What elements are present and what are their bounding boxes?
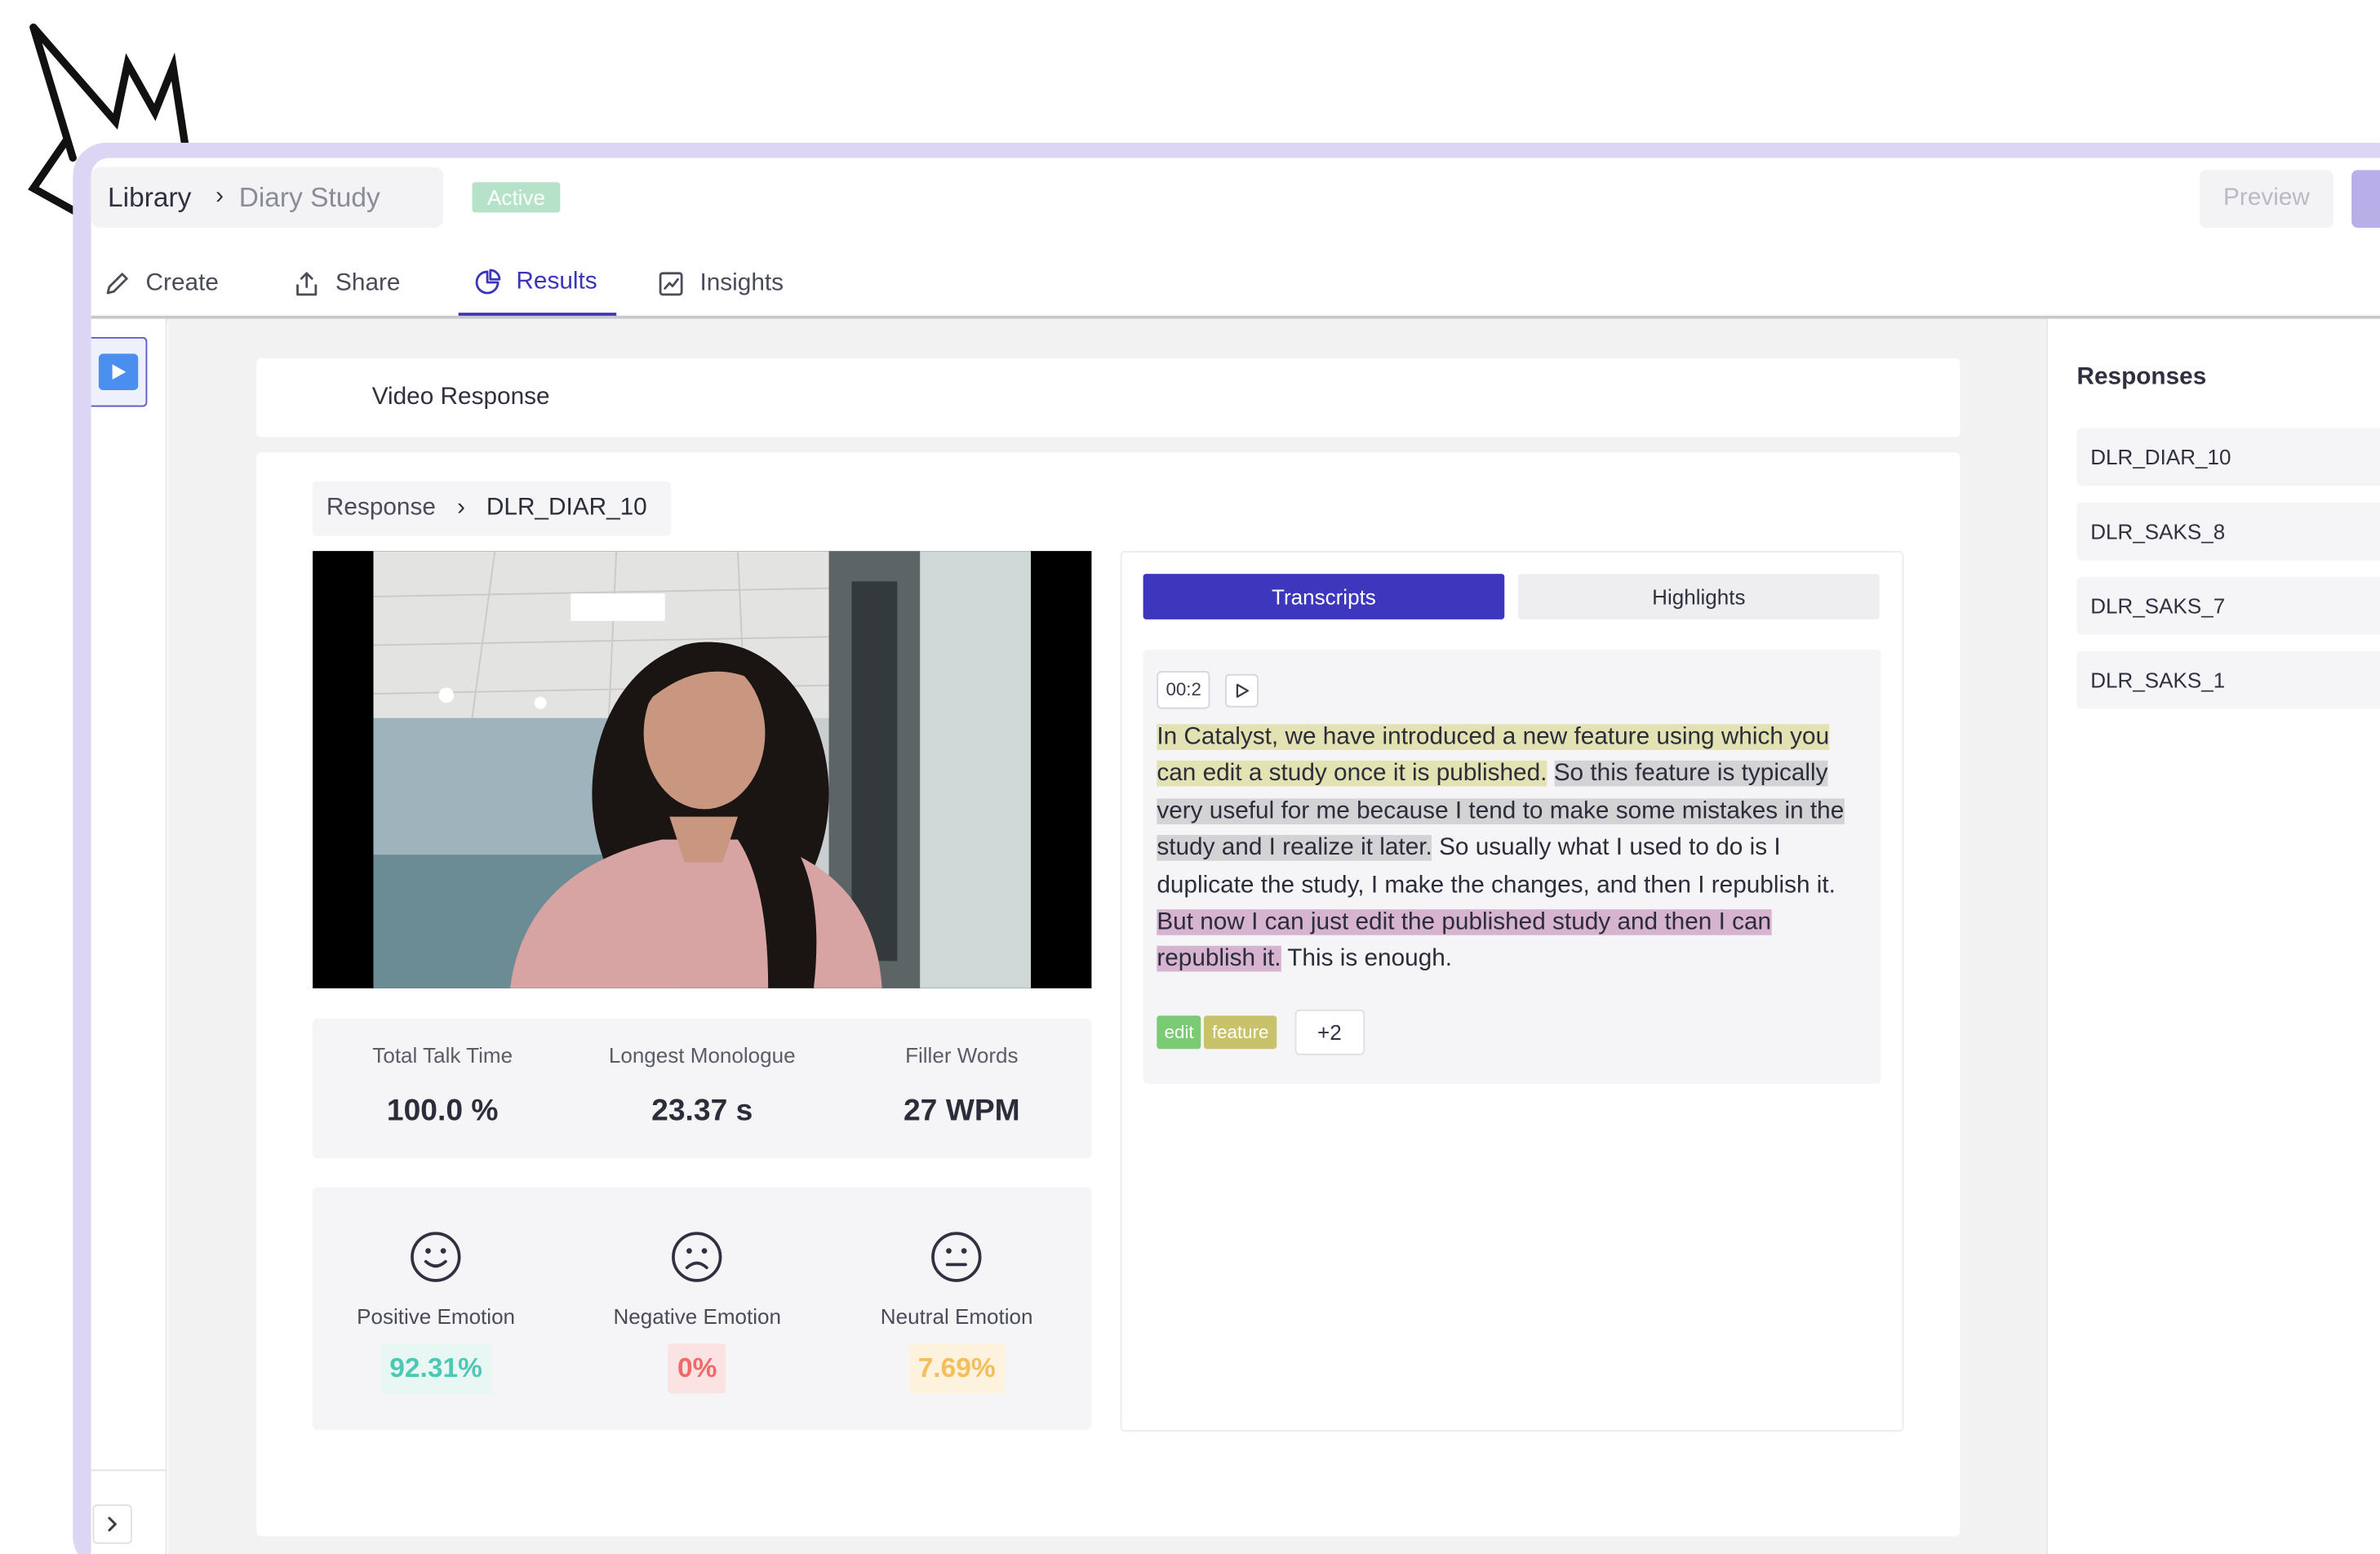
tab-transcripts[interactable]: Transcripts: [1143, 574, 1505, 619]
transcript-text[interactable]: In Catalyst, we have introduced a new fe…: [1157, 720, 1870, 979]
emotion-value: 0%: [668, 1343, 726, 1394]
emotion-label: Positive Emotion: [357, 1303, 516, 1329]
pie-chart-icon: [475, 269, 501, 295]
results-main: Video Response Response › DLR_DIAR_10 To…: [168, 318, 2047, 1554]
talk-stats: Total Talk Time 100.0 % Longest Monologu…: [313, 1019, 1092, 1159]
tab-label: Insights: [699, 270, 784, 296]
stat-label: Filler Words: [905, 1042, 1019, 1068]
status-badge: Active: [472, 182, 561, 213]
chevron-right-icon: ›: [215, 184, 224, 210]
share-icon: [296, 272, 317, 296]
response-item[interactable]: DLR_SAKS_8: [2076, 502, 2380, 561]
chevron-right-icon: [108, 1516, 117, 1532]
emotion-stats: Positive Emotion 92.31% Negative Emotion…: [313, 1187, 1092, 1431]
timestamp-badge[interactable]: 00:2: [1157, 671, 1211, 709]
smile-face-icon: [411, 1232, 461, 1282]
transcript-entry: 00:2 In Catalyst, we have introduced a n…: [1143, 650, 1881, 1085]
tab-create[interactable]: Create: [91, 252, 278, 316]
tab-label: Results: [516, 269, 597, 295]
tag-chip[interactable]: feature: [1204, 1015, 1277, 1050]
line-chart-icon: [659, 272, 683, 296]
neutral-face-icon: [931, 1232, 982, 1282]
tag-chip[interactable]: edit: [1157, 1015, 1201, 1050]
expand-rail-button[interactable]: [92, 1504, 132, 1544]
stat-value: 27 WPM: [903, 1094, 1020, 1128]
tab-label: Create: [145, 270, 219, 296]
more-tags-button[interactable]: +2: [1294, 1009, 1365, 1055]
transcript-segment: This is enough.: [1287, 946, 1453, 973]
response-crumb-parent[interactable]: Response: [326, 495, 436, 522]
tab-insights[interactable]: Insights: [657, 252, 839, 316]
stat-longest-monologue: Longest Monologue 23.37 s: [572, 1019, 832, 1158]
response-card: Response › DLR_DIAR_10 Total Talk Time 1…: [256, 452, 1960, 1537]
transcript-segment-highlighted[interactable]: But now I can just edit the published st…: [1157, 909, 1772, 973]
breadcrumb: Library › Diary Study: [91, 166, 444, 228]
left-rail: [91, 318, 167, 1554]
response-item[interactable]: DLR_SAKS_1: [2076, 650, 2380, 709]
emotion-value: 7.69%: [908, 1343, 1005, 1394]
app-stage: Library › Diary Study Active Preview Cre…: [0, 0, 2380, 1554]
emotion-label: Neutral Emotion: [880, 1303, 1033, 1329]
tab-bar: Create Share Results Insights: [91, 252, 2380, 319]
transcript-panel: Transcripts Highlights 00:2 In Catalyst,…: [1120, 551, 1904, 1432]
response-item[interactable]: DLR_DIAR_10: [2076, 428, 2380, 486]
stat-value: 23.37 s: [651, 1094, 753, 1128]
video-player[interactable]: [313, 551, 1092, 988]
pencil-icon: [106, 273, 128, 295]
tab-label: Share: [335, 270, 401, 296]
stat-label: Longest Monologue: [608, 1042, 796, 1068]
stat-label: Total Talk Time: [372, 1042, 513, 1068]
video-question-button[interactable]: [91, 336, 148, 407]
play-segment-button[interactable]: [1225, 673, 1259, 708]
response-breadcrumb: Response › DLR_DIAR_10: [313, 481, 672, 536]
rail-divider: [91, 1469, 167, 1472]
response-crumb-current: DLR_DIAR_10: [486, 495, 647, 521]
frown-face-icon: [672, 1232, 722, 1282]
preview-button[interactable]: Preview: [2200, 170, 2333, 228]
video-frame: [313, 551, 1092, 988]
tag-list: edit feature +2: [1157, 1009, 1365, 1055]
emotion-negative: Negative Emotion 0%: [613, 1230, 781, 1394]
stat-value: 100.0 %: [386, 1094, 499, 1128]
emotion-label: Negative Emotion: [613, 1303, 781, 1329]
chevron-right-icon: ›: [456, 495, 465, 521]
responses-panel: Responses DLR_DIAR_10 DLR_SAKS_8 DLR_SAK…: [2046, 318, 2380, 1554]
play-icon: [98, 353, 139, 391]
app-window: Library › Diary Study Active Preview Cre…: [91, 158, 2380, 1554]
breadcrumb-library[interactable]: Library: [108, 181, 191, 213]
tab-results[interactable]: Results: [458, 252, 617, 316]
tab-share[interactable]: Share: [293, 252, 455, 316]
stat-total-talk-time: Total Talk Time 100.0 %: [313, 1019, 572, 1158]
emotion-neutral: Neutral Emotion 7.69%: [881, 1230, 1033, 1394]
stat-filler-words: Filler Words 27 WPM: [832, 1019, 1091, 1158]
play-icon: [1236, 683, 1250, 698]
emotion-positive: Positive Emotion 92.31%: [357, 1230, 515, 1394]
responses-title: Responses: [2076, 364, 2207, 391]
response-item[interactable]: DLR_SAKS_7: [2076, 576, 2380, 635]
question-title: Video Response: [256, 357, 1960, 437]
primary-action-button[interactable]: [2351, 170, 2380, 228]
breadcrumb-study: Diary Study: [238, 181, 380, 212]
tab-highlights[interactable]: Highlights: [1518, 574, 1880, 619]
emotion-value: 92.31%: [380, 1343, 492, 1394]
